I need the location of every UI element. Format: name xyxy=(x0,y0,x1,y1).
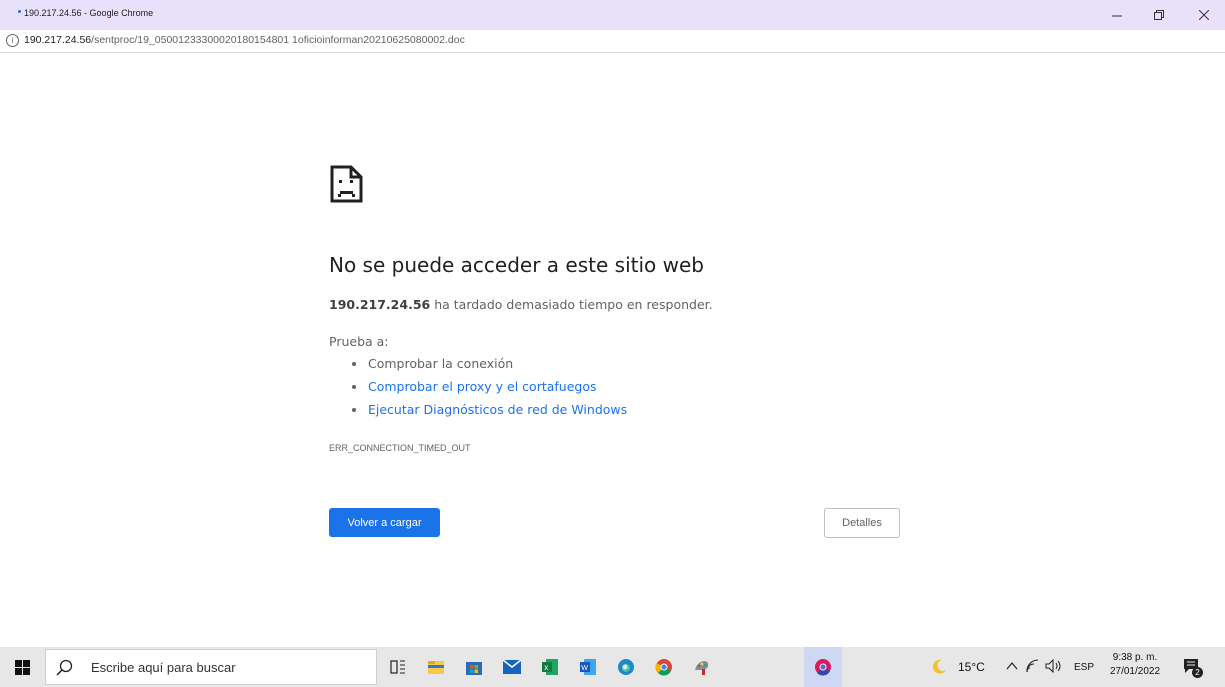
paint-button[interactable] xyxy=(683,647,721,687)
word-button[interactable]: W xyxy=(569,647,607,687)
word-icon: W xyxy=(580,659,596,675)
info-icon[interactable]: i xyxy=(6,34,19,47)
close-button[interactable] xyxy=(1187,4,1221,26)
window-title: 190.217.24.56 - Google Chrome xyxy=(24,8,154,18)
url-text[interactable]: 190.217.24.56/sentproc/19_05001233300020… xyxy=(24,33,465,47)
suggestion-run-diagnostics-link[interactable]: Ejecutar Diagnósticos de red de Windows xyxy=(352,401,627,424)
task-view-button[interactable] xyxy=(379,647,417,687)
error-heading: No se puede acceder a este sitio web xyxy=(329,253,704,277)
start-button[interactable] xyxy=(0,647,45,687)
sad-document-icon xyxy=(330,165,363,203)
suggestions-list: Comprobar la conexión Comprobar el proxy… xyxy=(352,355,627,424)
url-host: 190.217.24.56 xyxy=(24,34,92,46)
windows-logo-icon xyxy=(15,659,30,675)
notification-center-button[interactable]: 2 xyxy=(1182,657,1204,679)
url-path: /sentproc/19_05001233300020180154801 1of… xyxy=(91,34,465,46)
taskbar: Escribe aquí para buscar x W 15°C ESP 9:… xyxy=(0,647,1225,687)
notification-count-badge: 2 xyxy=(1192,667,1203,678)
weather-moon-icon[interactable] xyxy=(930,658,948,676)
tab-loading-icon xyxy=(18,10,21,13)
svg-text:W: W xyxy=(581,665,588,672)
search-placeholder: Escribe aquí para buscar xyxy=(91,660,236,675)
chrome-button[interactable] xyxy=(645,647,683,687)
suggestion-check-proxy-link[interactable]: Comprobar el proxy y el cortafuegos xyxy=(352,378,627,401)
weather-temp[interactable]: 15°C xyxy=(958,660,985,674)
edge-button[interactable] xyxy=(607,647,645,687)
suggestion-label[interactable]: Comprobar el proxy y el cortafuegos xyxy=(368,379,597,394)
close-icon xyxy=(1199,10,1209,20)
clock[interactable]: 9:38 p. m. 27/01/2022 xyxy=(1104,651,1166,679)
minimize-icon xyxy=(1112,15,1122,17)
store-icon xyxy=(466,662,482,675)
svg-text:x: x xyxy=(544,663,548,672)
try-label: Prueba a: xyxy=(329,334,389,349)
file-explorer-icon xyxy=(428,661,444,674)
mail-button[interactable] xyxy=(493,647,531,687)
wifi-icon[interactable] xyxy=(1025,659,1041,673)
show-hidden-icons-chevron-icon[interactable] xyxy=(1006,661,1018,671)
volume-icon[interactable] xyxy=(1045,659,1063,673)
excel-button[interactable]: x xyxy=(531,647,569,687)
error-message: 190.217.24.56 ha tardado demasiado tiemp… xyxy=(329,297,713,312)
excel-icon: x xyxy=(542,659,558,675)
file-explorer-button[interactable] xyxy=(417,647,455,687)
paint-icon xyxy=(695,661,709,675)
chrome-canary-icon xyxy=(815,659,831,676)
minimize-button[interactable] xyxy=(1100,4,1134,26)
error-host: 190.217.24.56 xyxy=(329,297,431,312)
chrome-canary-button[interactable] xyxy=(804,647,842,687)
error-message-text: ha tardado demasiado tiempo en responder… xyxy=(430,297,713,312)
suggestion-label: Comprobar la conexión xyxy=(368,356,514,371)
clock-time: 9:38 p. m. xyxy=(1112,652,1158,663)
chrome-icon xyxy=(655,659,672,676)
store-button[interactable] xyxy=(455,647,493,687)
error-code: ERR_CONNECTION_TIMED_OUT xyxy=(329,443,471,453)
mail-icon xyxy=(503,660,521,674)
taskbar-search-box[interactable]: Escribe aquí para buscar xyxy=(45,649,377,685)
address-bar[interactable]: i 190.217.24.56/sentproc/19_050012333000… xyxy=(0,30,1225,53)
title-bar: 190.217.24.56 - Google Chrome xyxy=(0,0,1225,30)
task-view-icon xyxy=(390,660,405,674)
search-icon xyxy=(56,659,73,676)
restore-button[interactable] xyxy=(1142,4,1176,26)
suggestion-label[interactable]: Ejecutar Diagnósticos de red de Windows xyxy=(368,402,627,417)
language-indicator[interactable]: ESP xyxy=(1074,662,1094,673)
restore-icon xyxy=(1154,10,1164,20)
edge-icon xyxy=(618,659,634,675)
details-button[interactable]: Detalles xyxy=(824,508,900,538)
reload-button[interactable]: Volver a cargar xyxy=(329,508,440,537)
clock-date: 27/01/2022 xyxy=(1109,666,1161,677)
suggestion-check-connection: Comprobar la conexión xyxy=(352,355,627,378)
